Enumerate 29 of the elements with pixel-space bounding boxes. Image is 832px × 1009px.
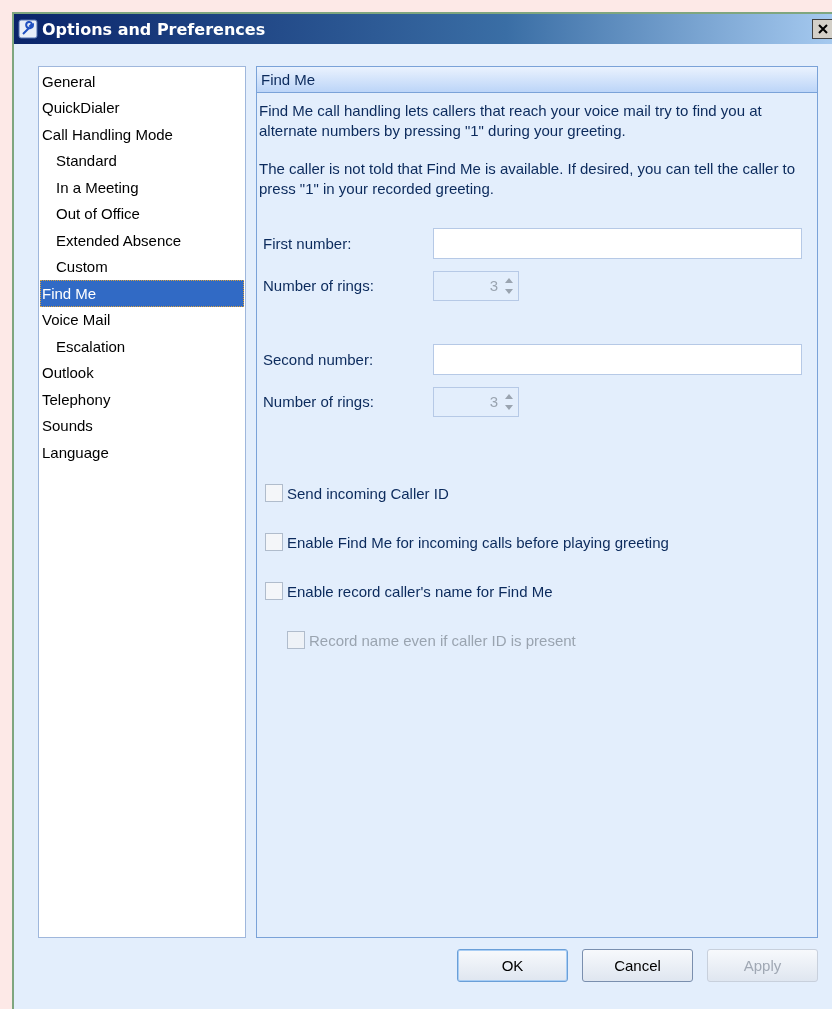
category-item[interactable]: Standard <box>40 147 244 174</box>
description-text: The caller is not told that Find Me is available. If desired, you can tell the caller to press "1" in your recorded greeting. <box>259 159 797 199</box>
category-item[interactable]: QuickDialer <box>40 94 244 121</box>
field-label: First number: <box>263 235 353 252</box>
checkbox-label: Enable record caller's name for Find Me <box>287 582 553 600</box>
field-label: Number of rings: <box>263 277 375 294</box>
dialog-button[interactable]: OK <box>457 949 568 982</box>
dialog-button[interactable]: Cancel <box>582 949 693 982</box>
description-text: Find Me call handling lets callers that reach your voice mail try to find you at alternate numbers by pressing "1" during your greeting. <box>259 101 763 141</box>
category-item[interactable]: Voice Mail <box>40 306 244 333</box>
category-item[interactable]: Escalation <box>40 333 244 360</box>
category-item[interactable]: Call Handling Mode <box>40 121 244 148</box>
checkbox-label: Send incoming Caller ID <box>287 484 449 502</box>
panel-header: Find Me <box>257 67 817 93</box>
category-item[interactable]: Find Me <box>40 280 244 307</box>
category-item[interactable]: Extended Absence <box>40 227 244 254</box>
category-item[interactable]: Telephony <box>40 386 244 413</box>
checkbox-label: Enable Find Me for incoming calls before playing greeting <box>287 533 669 551</box>
category-item[interactable]: Sounds <box>40 412 244 439</box>
category-item[interactable]: Custom <box>40 253 244 280</box>
category-item[interactable]: Out of Office <box>40 200 244 227</box>
checkbox-label: Record name even if caller ID is present <box>309 631 576 649</box>
window-title: Options and Preferences <box>42 19 266 39</box>
field-label: Number of rings: <box>263 393 375 410</box>
category-item[interactable]: General <box>40 68 244 95</box>
category-item[interactable]: In a Meeting <box>40 174 244 201</box>
category-item[interactable]: Outlook <box>40 359 244 386</box>
field-label: Second number: <box>263 351 375 368</box>
category-item[interactable]: Language <box>40 439 244 466</box>
